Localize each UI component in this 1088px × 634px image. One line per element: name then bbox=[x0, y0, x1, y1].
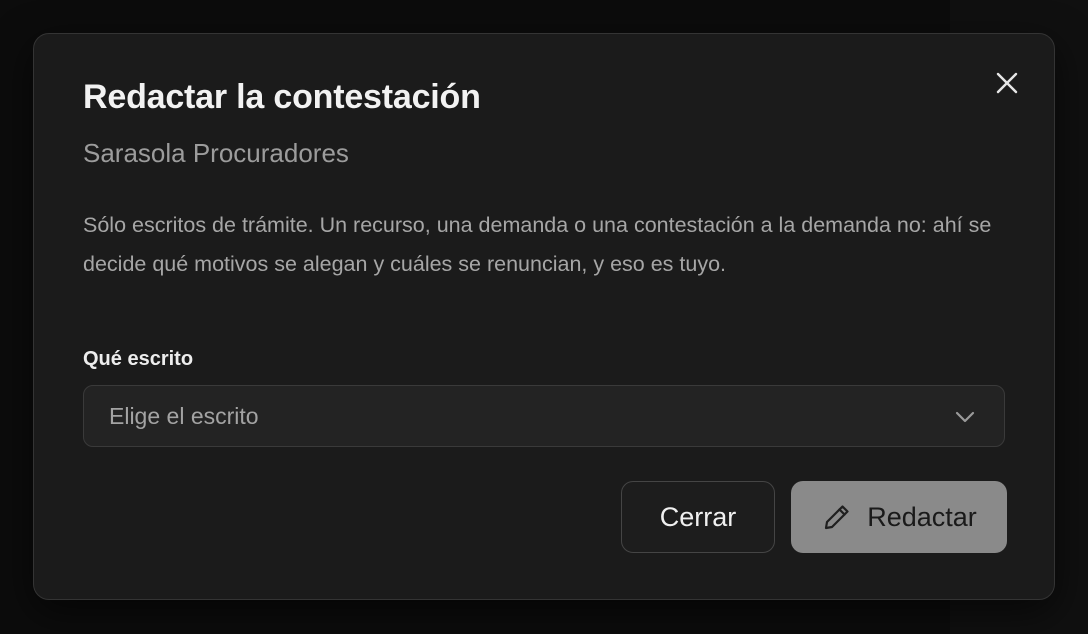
compose-button-label: Redactar bbox=[867, 501, 977, 532]
select-placeholder: Elige el escrito bbox=[109, 402, 259, 429]
cancel-button[interactable]: Cerrar bbox=[621, 481, 775, 553]
dialog-description: Sólo escritos de trámite. Un recurso, un… bbox=[83, 213, 992, 276]
document-type-label: Qué escrito bbox=[83, 348, 194, 370]
chevron-down-icon bbox=[955, 411, 975, 423]
dialog-subtitle: Sarasola Procuradores bbox=[83, 138, 349, 168]
close-icon bbox=[996, 72, 1018, 94]
dialog-title: Redactar la contestación bbox=[83, 78, 481, 116]
document-type-select[interactable]: Elige el escrito bbox=[83, 385, 1005, 447]
compose-button[interactable]: Redactar bbox=[791, 481, 1007, 553]
close-dialog-button[interactable] bbox=[991, 67, 1023, 99]
pencil-icon bbox=[825, 505, 849, 530]
compose-dialog: Redactar la contestación Sarasola Procur… bbox=[33, 33, 1055, 600]
cancel-button-label: Cerrar bbox=[659, 501, 737, 532]
